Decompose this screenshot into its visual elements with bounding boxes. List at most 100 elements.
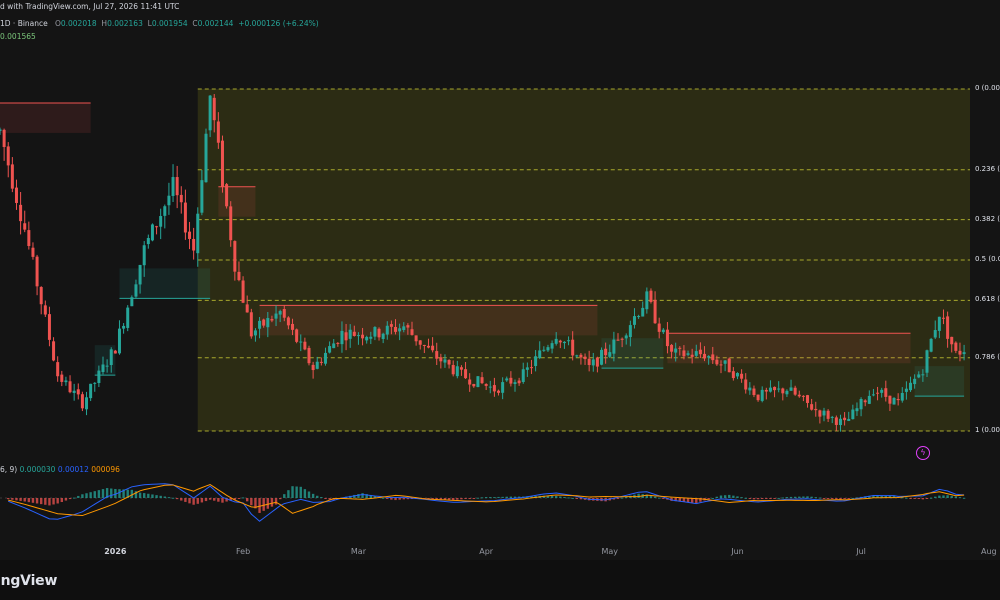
candle-body (735, 373, 739, 377)
macd-histogram-bar (962, 497, 966, 499)
price-chart[interactable] (0, 0, 1000, 545)
lightning-icon[interactable]: ϟ (916, 446, 930, 460)
macd-histogram-bar (839, 498, 842, 500)
candle-body (435, 351, 439, 359)
macd-histogram-bar (460, 498, 463, 500)
candle-body (793, 387, 797, 395)
macd-histogram-bar (23, 498, 26, 502)
macd-histogram-bar (270, 498, 274, 507)
macd-histogram-bar (266, 498, 269, 509)
macd-histogram-bar (740, 497, 743, 499)
macd-histogram-bar (15, 498, 18, 501)
published-info: d with TradingView.com, Jul 27, 2026 11:… (0, 2, 180, 11)
candle-body (933, 330, 937, 338)
macd-histogram-bar (11, 498, 14, 500)
macd-histogram-bar (810, 496, 813, 498)
candle-body (492, 385, 496, 392)
macd-histogram-bar (806, 496, 809, 498)
candle-body (921, 374, 925, 376)
supertrend-fill (119, 268, 211, 299)
time-axis[interactable]: 2026 Feb Mar Apr May Jun Jul Aug (0, 545, 1000, 559)
candle-body (756, 394, 760, 401)
candle-body (200, 180, 204, 213)
candle-body (834, 417, 838, 425)
candle-body (93, 382, 97, 384)
macd-histogram-bar (147, 493, 150, 498)
macd-histogram-bar (476, 497, 480, 499)
supertrend-fill (914, 366, 965, 397)
candle-body (962, 352, 966, 355)
open-value: 0.002018 (60, 19, 97, 28)
fib-level-label: 0.786 (0 (975, 352, 1000, 361)
fib-level-label: 0 (0.00 (975, 84, 1000, 92)
candle-body (744, 379, 748, 390)
candle-body (167, 195, 171, 206)
macd-histogram-bar (707, 498, 710, 500)
candle-body (431, 345, 435, 351)
candle-body (653, 299, 657, 324)
candle-body (262, 319, 266, 326)
candle-body (892, 397, 896, 405)
change-value: +0.000126 (+6.24%) (238, 19, 319, 28)
candle-body (406, 325, 410, 328)
macd-histogram-bar (27, 498, 31, 503)
macd-line (8, 483, 965, 522)
candle-body (220, 140, 224, 187)
candle-body (23, 223, 27, 230)
candle-body (727, 358, 731, 373)
macd-histogram-bar (68, 498, 72, 500)
macd-histogram-bar (52, 498, 55, 505)
candle-body (946, 316, 950, 339)
candle-body (60, 374, 64, 382)
macd-histogram-bar (814, 497, 817, 499)
candle-body (159, 216, 163, 227)
macd-histogram-bar (97, 490, 101, 498)
candle-body (711, 354, 715, 361)
candle-body (113, 350, 117, 354)
macd-histogram-bar (361, 493, 364, 498)
candle-body (768, 387, 772, 392)
candle-body (822, 410, 826, 416)
candle-body (241, 280, 245, 303)
macd-histogram-bar (579, 498, 583, 500)
macd-histogram-bar (728, 494, 731, 498)
candle-body (315, 361, 319, 369)
macd-histogram-bar (295, 486, 298, 498)
candle-body (97, 370, 101, 384)
candle-body (719, 364, 723, 366)
macd-histogram-bar (221, 498, 224, 503)
macd-histogram-bar (616, 498, 620, 499)
candle-body (810, 404, 814, 410)
candle-body (385, 325, 389, 335)
candle-body (740, 373, 744, 379)
candle-body (35, 256, 39, 287)
macd-histogram-bar (831, 498, 834, 499)
macd-histogram-bar (303, 489, 307, 498)
candle-body (282, 309, 286, 318)
candle-body (85, 397, 89, 410)
candle-body (422, 344, 426, 346)
time-axis-tick: Apr (479, 547, 494, 556)
macd-histogram-bar (913, 498, 916, 499)
macd-histogram-bar (311, 493, 315, 498)
candle-body (402, 326, 406, 330)
candle-body (356, 335, 360, 337)
candle-body (299, 341, 303, 343)
macd-histogram-bar (847, 498, 850, 499)
macd-histogram-bar (761, 498, 764, 499)
macd-histogram-bar (818, 497, 822, 499)
candle-body (567, 340, 571, 342)
candle-body (253, 330, 257, 336)
macd-histogram-bar (237, 498, 241, 499)
candle-body (785, 390, 789, 395)
macd-histogram-bar (723, 495, 727, 498)
candle-body (682, 350, 686, 357)
time-axis-tick: 2026 (104, 547, 127, 556)
macd-histogram-bar (909, 498, 912, 499)
candle-body (571, 339, 575, 356)
candle-body (295, 329, 299, 342)
macd-histogram-bar (93, 491, 96, 498)
candle-body (649, 290, 653, 302)
time-axis-tick: May (601, 547, 619, 556)
candle-body (134, 284, 138, 297)
